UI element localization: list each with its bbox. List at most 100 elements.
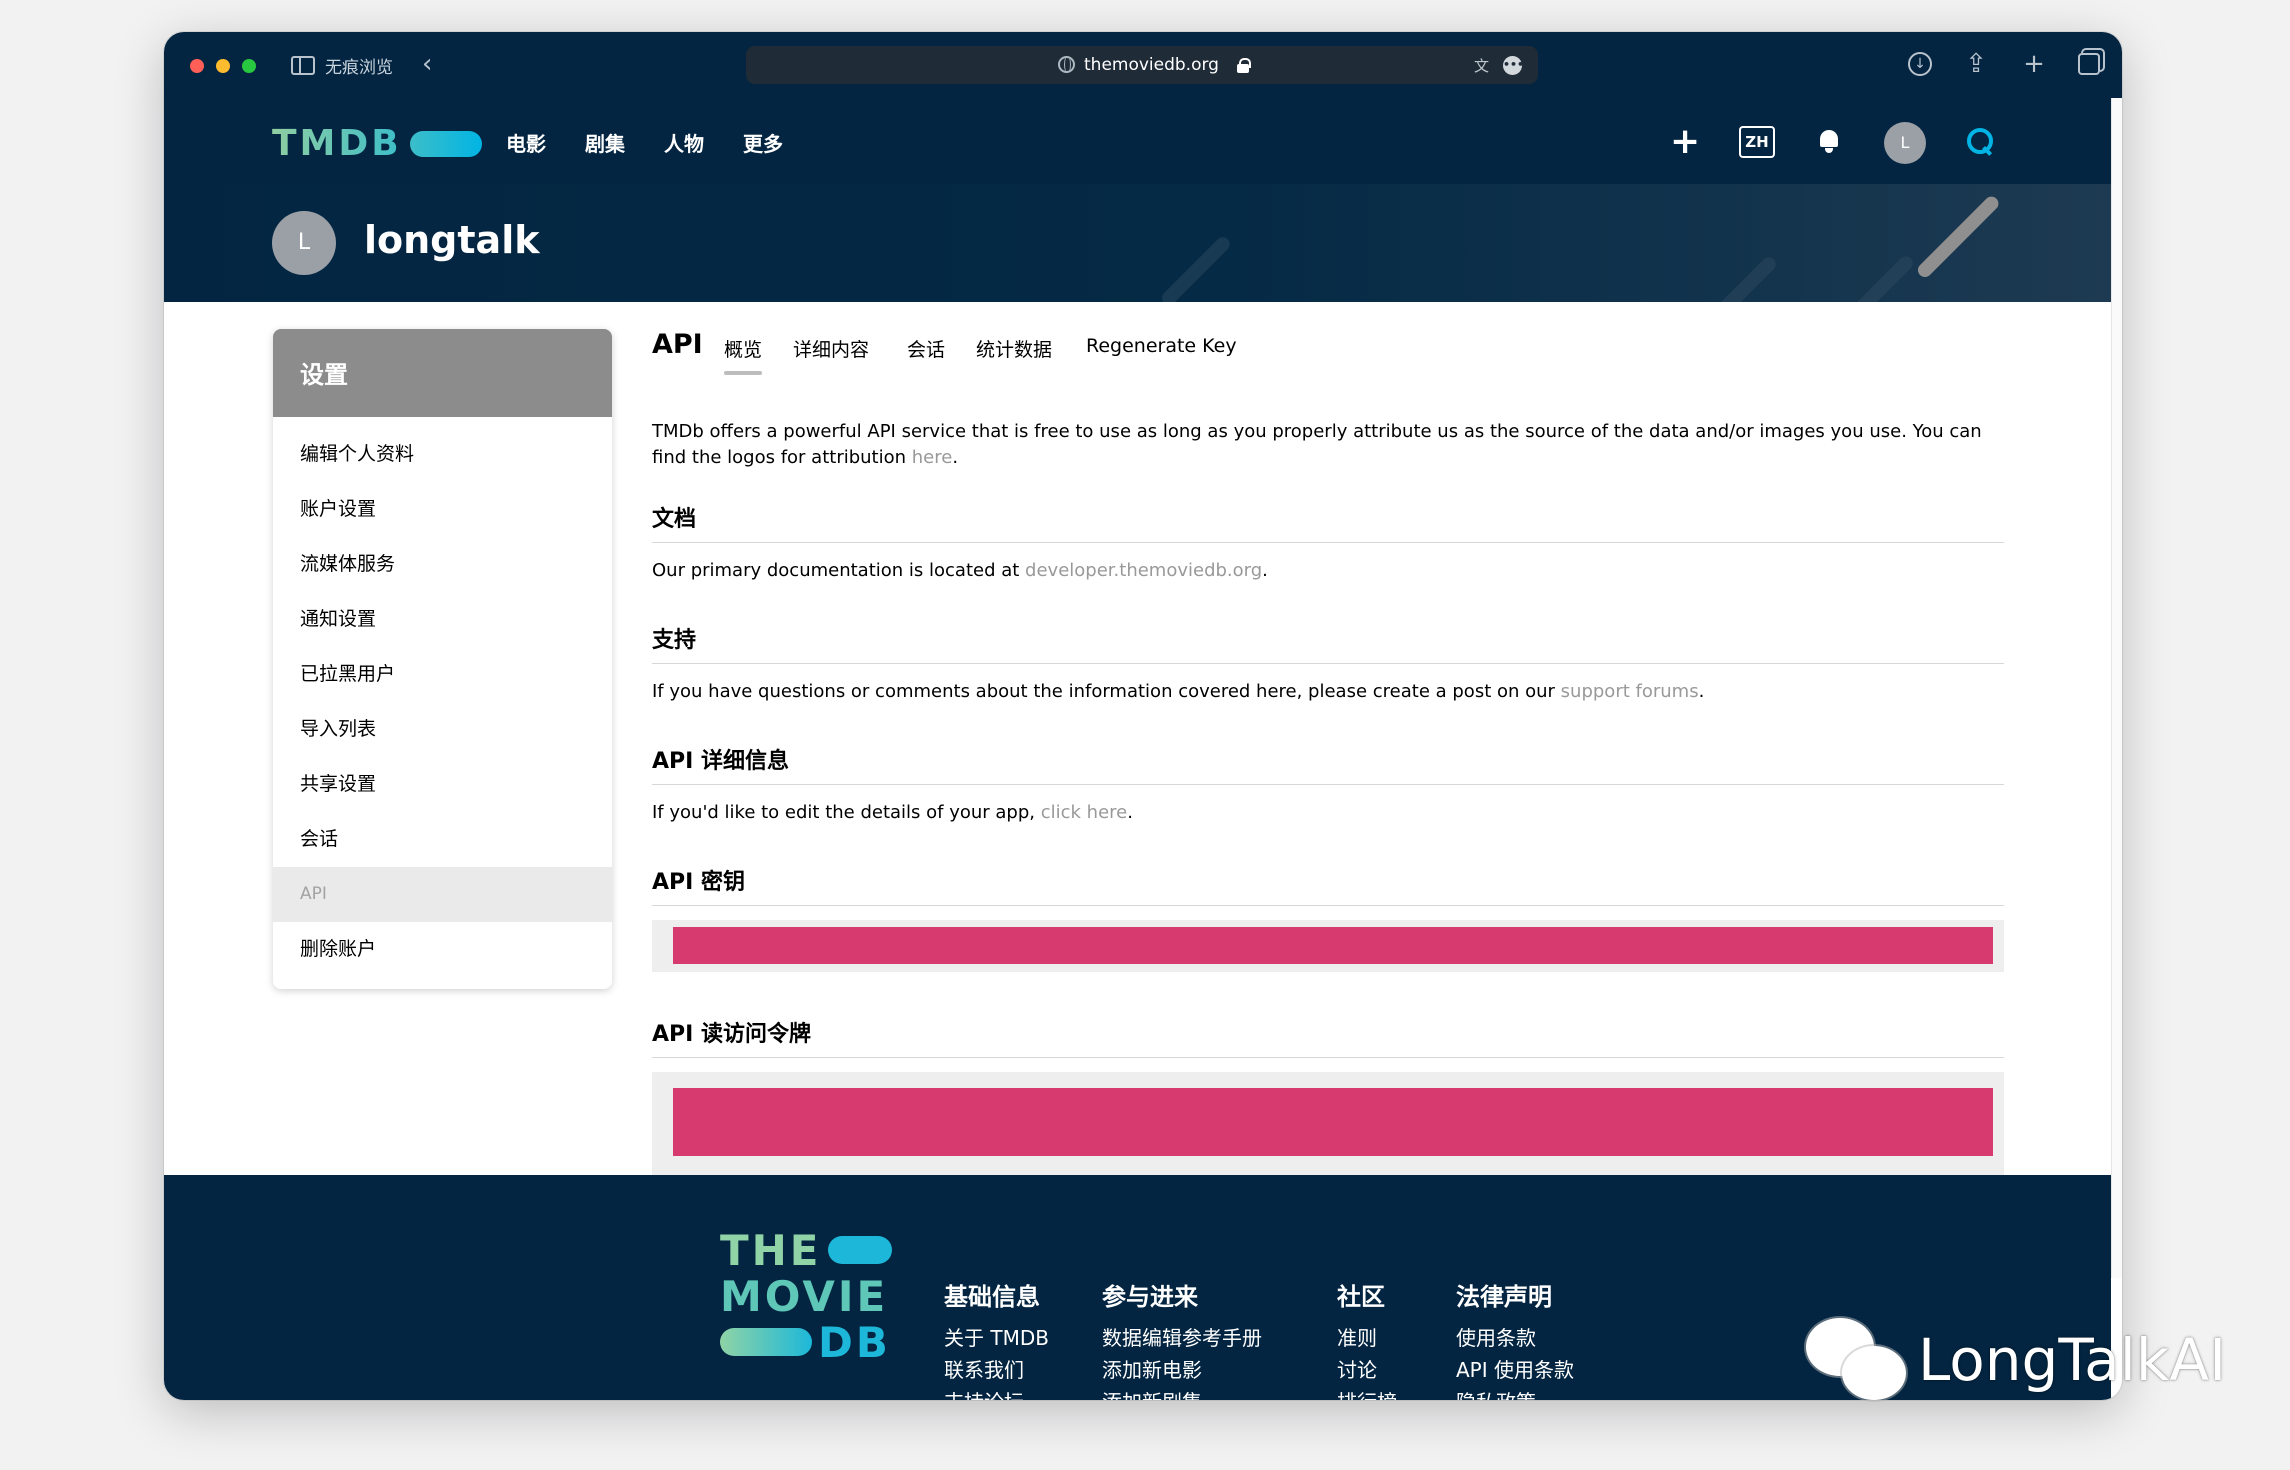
- api-token-section: API 读访问令牌: [652, 1016, 2004, 1176]
- banner-stripe: [1599, 254, 1779, 302]
- url-text: themoviedb.org: [1084, 55, 1219, 75]
- redacted-api-key: [673, 927, 1993, 964]
- new-tab-icon[interactable]: +: [2020, 50, 2048, 78]
- back-icon[interactable]: ‹: [422, 51, 432, 77]
- sidebar-item-import-lists[interactable]: 导入列表: [273, 702, 612, 757]
- site-header: TMDB 电影 剧集 人物 更多 + ZH L: [164, 98, 2122, 184]
- api-tabs: API 概览 详细内容 会话 统计数据 Regenerate Key: [652, 329, 2004, 375]
- sidebar-item-blocked-users[interactable]: 已拉黑用户: [273, 647, 612, 702]
- banner-stripe: [1159, 234, 1233, 302]
- scrollbar[interactable]: [2111, 98, 2122, 1278]
- logo-pill-icon: [720, 1328, 812, 1356]
- download-icon[interactable]: ↓: [1908, 52, 1932, 76]
- profile-avatar[interactable]: L: [272, 211, 336, 275]
- sidebar-item-notifications[interactable]: 通知设置: [273, 592, 612, 647]
- docs-heading: 文档: [652, 501, 2004, 543]
- footer-logo[interactable]: THE MOVIE DB: [720, 1226, 892, 1367]
- footer-link[interactable]: 排行榜: [1337, 1386, 1397, 1400]
- sidebar-item-delete-account[interactable]: 删除账户: [273, 922, 612, 977]
- footer-link[interactable]: 使用条款: [1456, 1322, 1574, 1354]
- watermark-text: LongTalkAI: [1918, 1326, 2227, 1394]
- footer-link[interactable]: 数据编辑参考手册: [1102, 1322, 1262, 1354]
- intro-text: TMDb offers a powerful API service that …: [652, 421, 1982, 468]
- footer-link[interactable]: 关于 TMDB: [944, 1322, 1049, 1354]
- tab-stats[interactable]: 统计数据: [976, 335, 1052, 362]
- menu-item-tv[interactable]: 剧集: [585, 128, 625, 157]
- footer-col-get-involved: 参与进来 数据编辑参考手册 添加新电影 添加新剧集: [1102, 1277, 1262, 1400]
- add-icon[interactable]: +: [1670, 124, 1700, 160]
- translate-icon[interactable]: 文: [1474, 55, 1489, 76]
- footer-link[interactable]: 联系我们: [944, 1354, 1049, 1386]
- support-text-body: If you have questions or comments about …: [652, 681, 1561, 702]
- docs-link[interactable]: developer.themoviedb.org: [1025, 560, 1262, 581]
- sidebar-icon[interactable]: [291, 56, 315, 75]
- window-controls: [190, 59, 256, 73]
- sidebar-item-edit-profile[interactable]: 编辑个人资料: [273, 427, 612, 482]
- settings-sidebar: 设置 编辑个人资料 账户设置 流媒体服务 通知设置 已拉黑用户 导入列表 共享设…: [273, 329, 612, 989]
- footer-link[interactable]: 添加新电影: [1102, 1354, 1262, 1386]
- logo-pill-icon: [827, 1236, 892, 1264]
- tab-overview[interactable]: 概览: [724, 335, 763, 375]
- private-tab-group[interactable]: 无痕浏览: [291, 53, 393, 78]
- footer-link[interactable]: 隐私政策: [1456, 1386, 1574, 1400]
- sidebar-item-sessions[interactable]: 会话: [273, 812, 612, 867]
- footer-col-community: 社区 准则 讨论 排行榜: [1337, 1277, 1397, 1400]
- watermark: LongTalkAI: [1804, 1316, 2226, 1404]
- attribution-link[interactable]: here: [912, 447, 953, 468]
- sidebar-item-streaming[interactable]: 流媒体服务: [273, 537, 612, 592]
- address-bar[interactable]: themoviedb.org 文 •••: [746, 46, 1538, 84]
- profile-banner: L longtalk: [164, 184, 2111, 302]
- footer-col-legal: 法律声明 使用条款 API 使用条款 隐私政策: [1456, 1277, 1574, 1400]
- share-icon[interactable]: ⇪: [1962, 50, 1990, 78]
- footer-link[interactable]: 准则: [1337, 1322, 1397, 1354]
- zoom-window-button[interactable]: [242, 59, 256, 73]
- footer-col-title: 社区: [1337, 1283, 1385, 1311]
- browser-window: 无痕浏览 ‹ themoviedb.org 文 ••• ↓ ⇪ + TMDB 电…: [164, 32, 2122, 1400]
- sidebar-item-api[interactable]: API: [273, 867, 612, 922]
- api-key-section: API 密钥: [652, 864, 2004, 972]
- api-token-field[interactable]: [652, 1072, 2004, 1176]
- support-text: If you have questions or comments about …: [652, 681, 1705, 702]
- docs-text: Our primary documentation is located at …: [652, 560, 1268, 581]
- language-button[interactable]: ZH: [1739, 126, 1775, 158]
- edit-app-link[interactable]: click here: [1041, 802, 1128, 823]
- search-icon[interactable]: [1967, 128, 1995, 156]
- tab-regenerate-key[interactable]: Regenerate Key: [1086, 335, 1237, 357]
- profile-username[interactable]: longtalk: [364, 218, 540, 262]
- redacted-api-token: [673, 1088, 1993, 1156]
- private-tab-label: 无痕浏览: [325, 58, 393, 78]
- more-options-icon[interactable]: •••: [1503, 56, 1524, 75]
- tab-overview-icon[interactable]: [2078, 53, 2100, 75]
- footer-link[interactable]: 支持论坛: [944, 1386, 1049, 1400]
- header-actions: + ZH L: [1664, 116, 2004, 168]
- details-text-body: If you'd like to edit the details of you…: [652, 802, 1041, 823]
- tab-sessions[interactable]: 会话: [907, 335, 945, 362]
- bell-icon[interactable]: [1818, 128, 1840, 154]
- tmdb-logo[interactable]: TMDB: [272, 126, 482, 162]
- browser-toolbar: 无痕浏览 ‹ themoviedb.org 文 ••• ↓ ⇪ +: [164, 32, 2122, 98]
- footer-link[interactable]: 添加新剧集: [1102, 1386, 1262, 1400]
- page-title: API: [652, 329, 703, 360]
- menu-item-people[interactable]: 人物: [664, 128, 704, 157]
- logo-text: TMDB: [272, 123, 402, 164]
- minimize-window-button[interactable]: [216, 59, 230, 73]
- sidebar-item-account[interactable]: 账户设置: [273, 482, 612, 537]
- wechat-icon: [1804, 1316, 1908, 1404]
- support-forums-link[interactable]: support forums: [1561, 681, 1699, 702]
- api-token-heading: API 读访问令牌: [652, 1016, 2004, 1058]
- menu-item-more[interactable]: 更多: [743, 128, 783, 157]
- api-key-field[interactable]: [652, 920, 2004, 972]
- api-settings-panel: API 概览 详细内容 会话 统计数据 Regenerate Key TMDb …: [652, 329, 2004, 1176]
- close-window-button[interactable]: [190, 59, 204, 73]
- lock-icon: [1237, 58, 1251, 73]
- sidebar-item-sharing[interactable]: 共享设置: [273, 757, 612, 812]
- footer-link[interactable]: API 使用条款: [1456, 1354, 1574, 1386]
- logo-pill-icon: [409, 131, 482, 157]
- footer-link[interactable]: 讨论: [1337, 1354, 1397, 1386]
- details-heading: API 详细信息: [652, 743, 2004, 785]
- menu-item-movies[interactable]: 电影: [506, 128, 546, 157]
- main-menu: 电影 剧集 人物 更多: [506, 128, 783, 157]
- user-avatar[interactable]: L: [1884, 122, 1926, 164]
- globe-icon: [1058, 56, 1075, 73]
- tab-details[interactable]: 详细内容: [793, 335, 869, 362]
